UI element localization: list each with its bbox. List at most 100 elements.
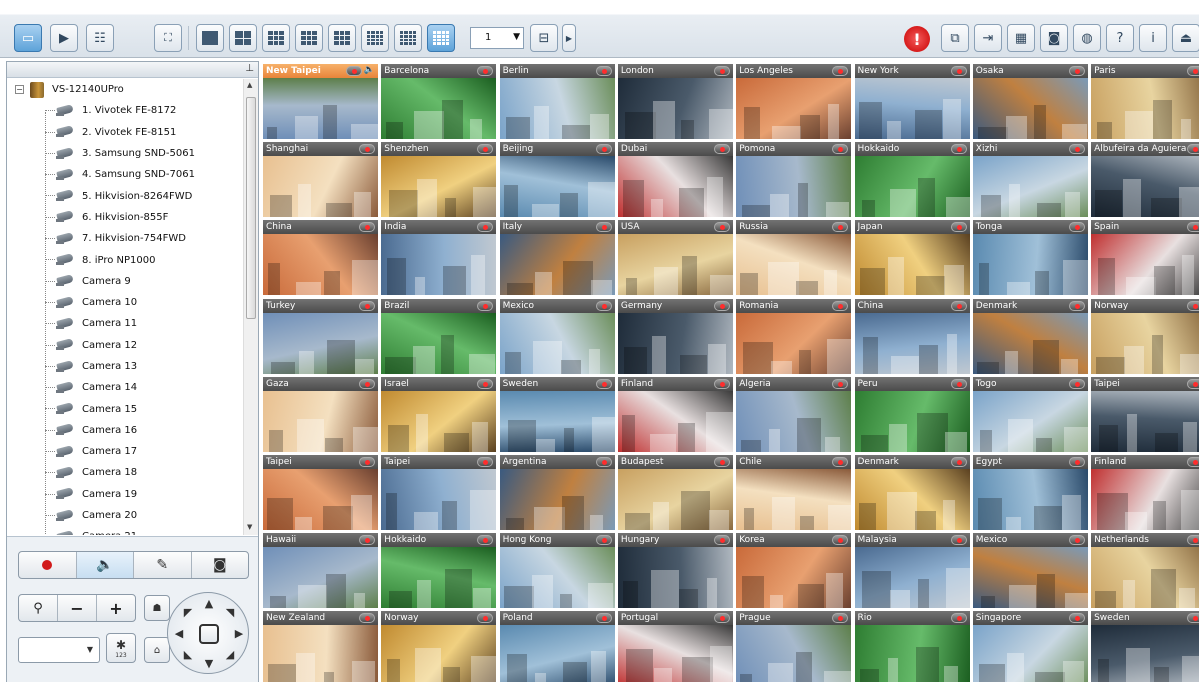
talk-button[interactable]: ✎ [134, 552, 192, 578]
camera-tile[interactable]: Denmark [972, 298, 1088, 374]
camera-tile[interactable]: Hungary [617, 533, 733, 609]
ptz-center-button[interactable] [199, 624, 219, 644]
sequence-button[interactable]: ⊟ [530, 24, 558, 52]
settings-panel-button[interactable]: ☷ [86, 24, 114, 52]
layout-page-select[interactable]: 1 ▼ [470, 27, 524, 49]
camera-tile[interactable]: Los Angeles [736, 64, 852, 139]
ptz-home-button[interactable]: ⌂ [144, 637, 170, 663]
tree-camera-item[interactable]: Camera 13 [7, 356, 243, 377]
camera-tile[interactable]: Togo [972, 376, 1088, 452]
arrow-up-left-icon[interactable]: ◤ [180, 605, 196, 621]
camera-tile[interactable]: Prague [736, 611, 852, 682]
tree-camera-item[interactable]: 7. Hikvision-754FWD [7, 228, 243, 249]
camera-tile[interactable]: Finland [617, 376, 733, 452]
record-button[interactable] [19, 552, 77, 578]
alarm-alert-icon[interactable]: ! [904, 26, 930, 52]
camera-tile[interactable]: Poland [499, 611, 615, 682]
next-page-button[interactable]: ▶ [562, 24, 576, 52]
camera-tile[interactable]: New Taipei 🔈 [263, 64, 378, 139]
tree-camera-item[interactable]: Camera 21 [7, 526, 243, 535]
camera-tile[interactable]: Hokkaido [854, 142, 970, 218]
camera-tile[interactable]: Argentina [499, 455, 615, 530]
camera-tile[interactable]: New York [854, 64, 970, 139]
zoom-search-button[interactable]: ⚲ [19, 595, 58, 621]
camera-tile[interactable]: Algeria [736, 376, 852, 452]
arrow-up-icon[interactable]: ▲ [201, 596, 217, 612]
preset-select[interactable]: ▼ [18, 637, 100, 663]
camera-tile[interactable]: Taipei [1091, 376, 1199, 452]
camera-tile[interactable]: Italy [499, 220, 615, 296]
camera-tile[interactable]: Hokkaido [381, 533, 497, 609]
camera-tile[interactable]: Taipei [381, 455, 497, 530]
camera-tile[interactable]: Barcelona [381, 64, 497, 139]
tree-camera-item[interactable]: 1. Vivotek FE-8172 [7, 100, 243, 121]
tree-camera-item[interactable]: Camera 20 [7, 505, 243, 526]
camera-tile[interactable]: Gaza [263, 376, 378, 452]
tree-camera-item[interactable]: 8. iPro NP1000 [7, 249, 243, 270]
camera-tile[interactable]: China [854, 298, 970, 374]
camera-tile[interactable]: Beijing [499, 142, 615, 218]
layout-1-button[interactable] [196, 24, 224, 52]
tree-camera-item[interactable]: Camera 17 [7, 441, 243, 462]
scroll-down-icon[interactable]: ▼ [247, 523, 252, 531]
camera-tile[interactable]: Korea [736, 533, 852, 609]
camera-tile[interactable]: New Zealand [263, 611, 378, 682]
camera-tile[interactable]: Rio [854, 611, 970, 682]
camera-tile[interactable]: Japan [854, 220, 970, 296]
camera-tile[interactable]: Russia [736, 220, 852, 296]
tree-camera-item[interactable]: Camera 16 [7, 420, 243, 441]
camera-tile[interactable]: Israel [381, 376, 497, 452]
layout-16-button[interactable] [394, 24, 422, 52]
network-button[interactable]: ◍ [1073, 24, 1101, 52]
layout-9-button[interactable] [328, 24, 356, 52]
camera-tile[interactable]: Malaysia [854, 533, 970, 609]
camera-tile[interactable]: Turkey [263, 298, 378, 374]
tree-camera-item[interactable]: 4. Samsung SND-7061 [7, 164, 243, 185]
camera-tile[interactable]: Mexico [499, 298, 615, 374]
playback-button[interactable]: ▶ [50, 24, 78, 52]
fullscreen-button[interactable]: ⛶ [154, 24, 182, 52]
go-preset-button[interactable]: ✱ 123 [106, 633, 136, 663]
camera-tile[interactable]: Tonga [972, 220, 1088, 296]
info-button[interactable]: i [1139, 24, 1167, 52]
camera-tile[interactable]: Egypt [972, 455, 1088, 530]
camera-tile[interactable]: Finland [1091, 455, 1199, 530]
camera-tile[interactable]: Netherlands [1091, 533, 1199, 609]
camera-tile[interactable]: Berlin [499, 64, 615, 139]
zoom-in-button[interactable]: + [97, 595, 135, 621]
tree-camera-item[interactable]: Camera 12 [7, 335, 243, 356]
snapshot-button[interactable]: ◙ [1040, 24, 1068, 52]
tree-camera-item[interactable]: 6. Hikvision-855F [7, 207, 243, 228]
tree-scrollbar[interactable]: ▲ ▼ [243, 79, 258, 535]
camera-tile[interactable]: Hawaii [263, 533, 378, 609]
camera-tile[interactable]: Xizhi [972, 142, 1088, 218]
tree-camera-item[interactable]: 2. Vivotek FE-8151 [7, 122, 243, 143]
layout-13-button[interactable] [361, 24, 389, 52]
camera-tile[interactable]: Germany [617, 298, 733, 374]
arrow-left-icon[interactable]: ◀ [171, 626, 187, 642]
collapse-icon[interactable]: − [15, 85, 24, 95]
camera-tile[interactable]: Spain [1091, 220, 1199, 296]
tree-root-server[interactable]: − VS-12140UPro [7, 79, 243, 100]
snapshot-button[interactable]: ◙ [192, 552, 249, 578]
layout-4-button[interactable] [229, 24, 257, 52]
zoom-out-button[interactable]: − [58, 595, 97, 621]
arrow-right-icon[interactable]: ▶ [231, 626, 247, 642]
logout-button[interactable]: ⏏ [1172, 24, 1199, 52]
tree-camera-item[interactable]: Camera 15 [7, 398, 243, 419]
camera-tile[interactable]: Romania [736, 298, 852, 374]
help-button[interactable]: ? [1106, 24, 1134, 52]
camera-tile[interactable]: Shanghai [263, 142, 378, 218]
arrow-down-icon[interactable]: ▼ [201, 656, 217, 672]
camera-tile[interactable]: Paris [1091, 64, 1199, 139]
camera-tile[interactable]: Sweden [1091, 611, 1199, 682]
layout-64-button[interactable] [427, 24, 455, 52]
tree-camera-item[interactable]: Camera 14 [7, 377, 243, 398]
tree-camera-item[interactable]: Camera 19 [7, 484, 243, 505]
multi-window-button[interactable]: ⧉ [941, 24, 969, 52]
camera-tile[interactable]: Norway [1091, 298, 1199, 374]
layout-8-button[interactable] [295, 24, 323, 52]
camera-tile[interactable]: Shenzhen [381, 142, 497, 218]
arrow-up-right-icon[interactable]: ◥ [222, 605, 238, 621]
arrow-down-left-icon[interactable]: ◣ [180, 647, 196, 663]
